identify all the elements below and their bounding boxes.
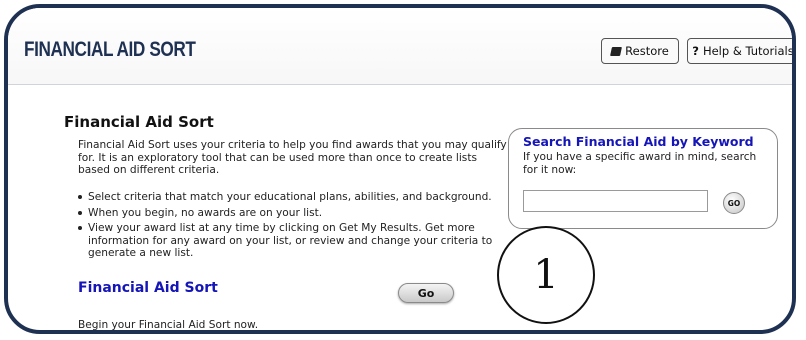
book-icon [610, 46, 623, 56]
search-panel-description: If you have a specific award in mind, se… [523, 151, 757, 176]
search-go-button[interactable]: GO [723, 192, 745, 214]
intro-paragraph: Financial Aid Sort uses your criteria to… [78, 139, 507, 176]
list-item: When you begin, no awards are on your li… [78, 207, 508, 220]
list-item: Select criteria that match your educatio… [78, 191, 508, 204]
financial-aid-sort-link[interactable]: Financial Aid Sort [78, 280, 218, 296]
main-content: Financial Aid Sort Financial Aid Sort us… [8, 84, 792, 330]
go-button[interactable]: Go [398, 283, 454, 303]
search-panel-title: Search Financial Aid by Keyword [523, 134, 754, 149]
list-item: View your award list at any time by clic… [78, 222, 508, 260]
instructions-list: Select criteria that match your educatio… [78, 191, 508, 263]
step-number-badge: 1 [497, 226, 595, 324]
help-tutorials-button[interactable]: ? Help & Tutorials [687, 38, 794, 64]
page-title: Financial Aid Sort [64, 113, 214, 131]
begin-text: Begin your Financial Aid Sort now. [78, 319, 259, 331]
app-title: FINANCIAL AID SORT [24, 38, 196, 61]
app-frame: FINANCIAL AID SORT Restore ? Help & Tuto… [4, 4, 796, 334]
help-button-label: Help & Tutorials [702, 44, 794, 58]
question-mark-icon: ? [692, 44, 699, 58]
keyword-search-panel: Search Financial Aid by Keyword If you h… [508, 128, 778, 229]
restore-button-label: Restore [625, 44, 669, 58]
restore-button[interactable]: Restore [601, 38, 679, 64]
page-header: FINANCIAL AID SORT Restore ? Help & Tuto… [8, 8, 792, 85]
keyword-search-input[interactable] [523, 190, 708, 212]
